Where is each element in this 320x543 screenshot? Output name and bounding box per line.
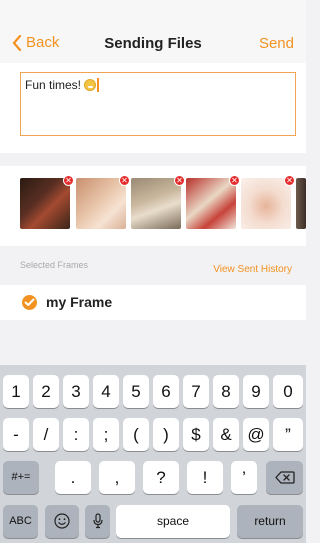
microphone-icon: [92, 513, 103, 529]
photo-image: [20, 178, 70, 229]
photo-thumbnail[interactable]: ✕: [186, 175, 240, 229]
key-close-paren[interactable]: ): [153, 418, 179, 451]
photo-image: [186, 178, 236, 229]
key-3[interactable]: 3: [63, 375, 89, 408]
key-hyphen[interactable]: -: [3, 418, 29, 451]
key-semicolon[interactable]: ;: [93, 418, 119, 451]
message-input[interactable]: Fun times!: [20, 72, 296, 136]
key-quote[interactable]: ”: [273, 418, 303, 451]
remove-photo-icon[interactable]: ✕: [119, 175, 130, 186]
key-0[interactable]: 0: [273, 375, 303, 408]
key-1[interactable]: 1: [3, 375, 29, 408]
dictation-key[interactable]: [85, 505, 110, 538]
grimacing-face-emoji-icon: [84, 79, 97, 91]
remove-photo-icon[interactable]: ✕: [229, 175, 240, 186]
frame-name: my Frame: [46, 294, 113, 310]
key-8[interactable]: 8: [213, 375, 239, 408]
key-period[interactable]: .: [55, 461, 91, 494]
key-open-paren[interactable]: (: [123, 418, 149, 451]
message-section: Fun times!: [0, 63, 306, 153]
key-9[interactable]: 9: [243, 375, 269, 408]
text-cursor: [97, 78, 100, 92]
key-colon[interactable]: :: [63, 418, 89, 451]
key-apostrophe[interactable]: ’: [231, 461, 257, 494]
return-key[interactable]: return: [237, 505, 303, 538]
send-button[interactable]: Send: [259, 35, 294, 52]
key-5[interactable]: 5: [123, 375, 149, 408]
checkmark-icon: [22, 295, 37, 310]
photo-thumbnail[interactable]: ✕: [241, 175, 295, 229]
photo-thumbnail[interactable]: ✕: [76, 175, 130, 229]
selected-photos-strip: ✕ ✕ ✕ ✕ ✕: [0, 166, 306, 246]
navigation-bar: Back Sending Files Send: [0, 0, 306, 63]
remove-photo-icon[interactable]: ✕: [63, 175, 74, 186]
key-6[interactable]: 6: [153, 375, 179, 408]
view-sent-history-link[interactable]: View Sent History: [213, 264, 292, 275]
key-dollar[interactable]: $: [183, 418, 209, 451]
key-comma[interactable]: ,: [99, 461, 135, 494]
photo-thumbnail[interactable]: ✕: [20, 175, 74, 229]
photo-image: [131, 178, 181, 229]
keyboard: 1 2 3 4 5 6 7 8 9 0 - / : ; ( ) $ & @ ” …: [0, 365, 306, 543]
photo-thumbnail[interactable]: ✕: [131, 175, 185, 229]
key-2[interactable]: 2: [33, 375, 59, 408]
key-question[interactable]: ?: [143, 461, 179, 494]
photo-thumbnail-partial[interactable]: [296, 178, 306, 229]
key-abc[interactable]: ABC: [3, 505, 38, 538]
key-exclamation[interactable]: !: [187, 461, 223, 494]
key-at[interactable]: @: [243, 418, 269, 451]
key-more-symbols[interactable]: #+=: [3, 461, 39, 494]
selected-frames-label: Selected Frames: [20, 260, 89, 270]
emoji-key[interactable]: [45, 505, 79, 538]
frame-list-item[interactable]: my Frame: [0, 285, 306, 320]
key-slash[interactable]: /: [33, 418, 59, 451]
backspace-icon: [274, 470, 295, 484]
remove-photo-icon[interactable]: ✕: [174, 175, 185, 186]
message-text: Fun times!: [25, 78, 82, 92]
photo-image: [76, 178, 126, 229]
key-7[interactable]: 7: [183, 375, 209, 408]
emoji-icon: [54, 513, 70, 529]
delete-key[interactable]: [266, 461, 303, 494]
space-key[interactable]: space: [116, 505, 230, 538]
key-4[interactable]: 4: [93, 375, 119, 408]
photo-image: [241, 178, 291, 229]
key-ampersand[interactable]: &: [213, 418, 239, 451]
selected-frames-header: Selected Frames View Sent History: [0, 255, 306, 283]
photo-image: [296, 178, 306, 229]
remove-photo-icon[interactable]: ✕: [284, 175, 295, 186]
